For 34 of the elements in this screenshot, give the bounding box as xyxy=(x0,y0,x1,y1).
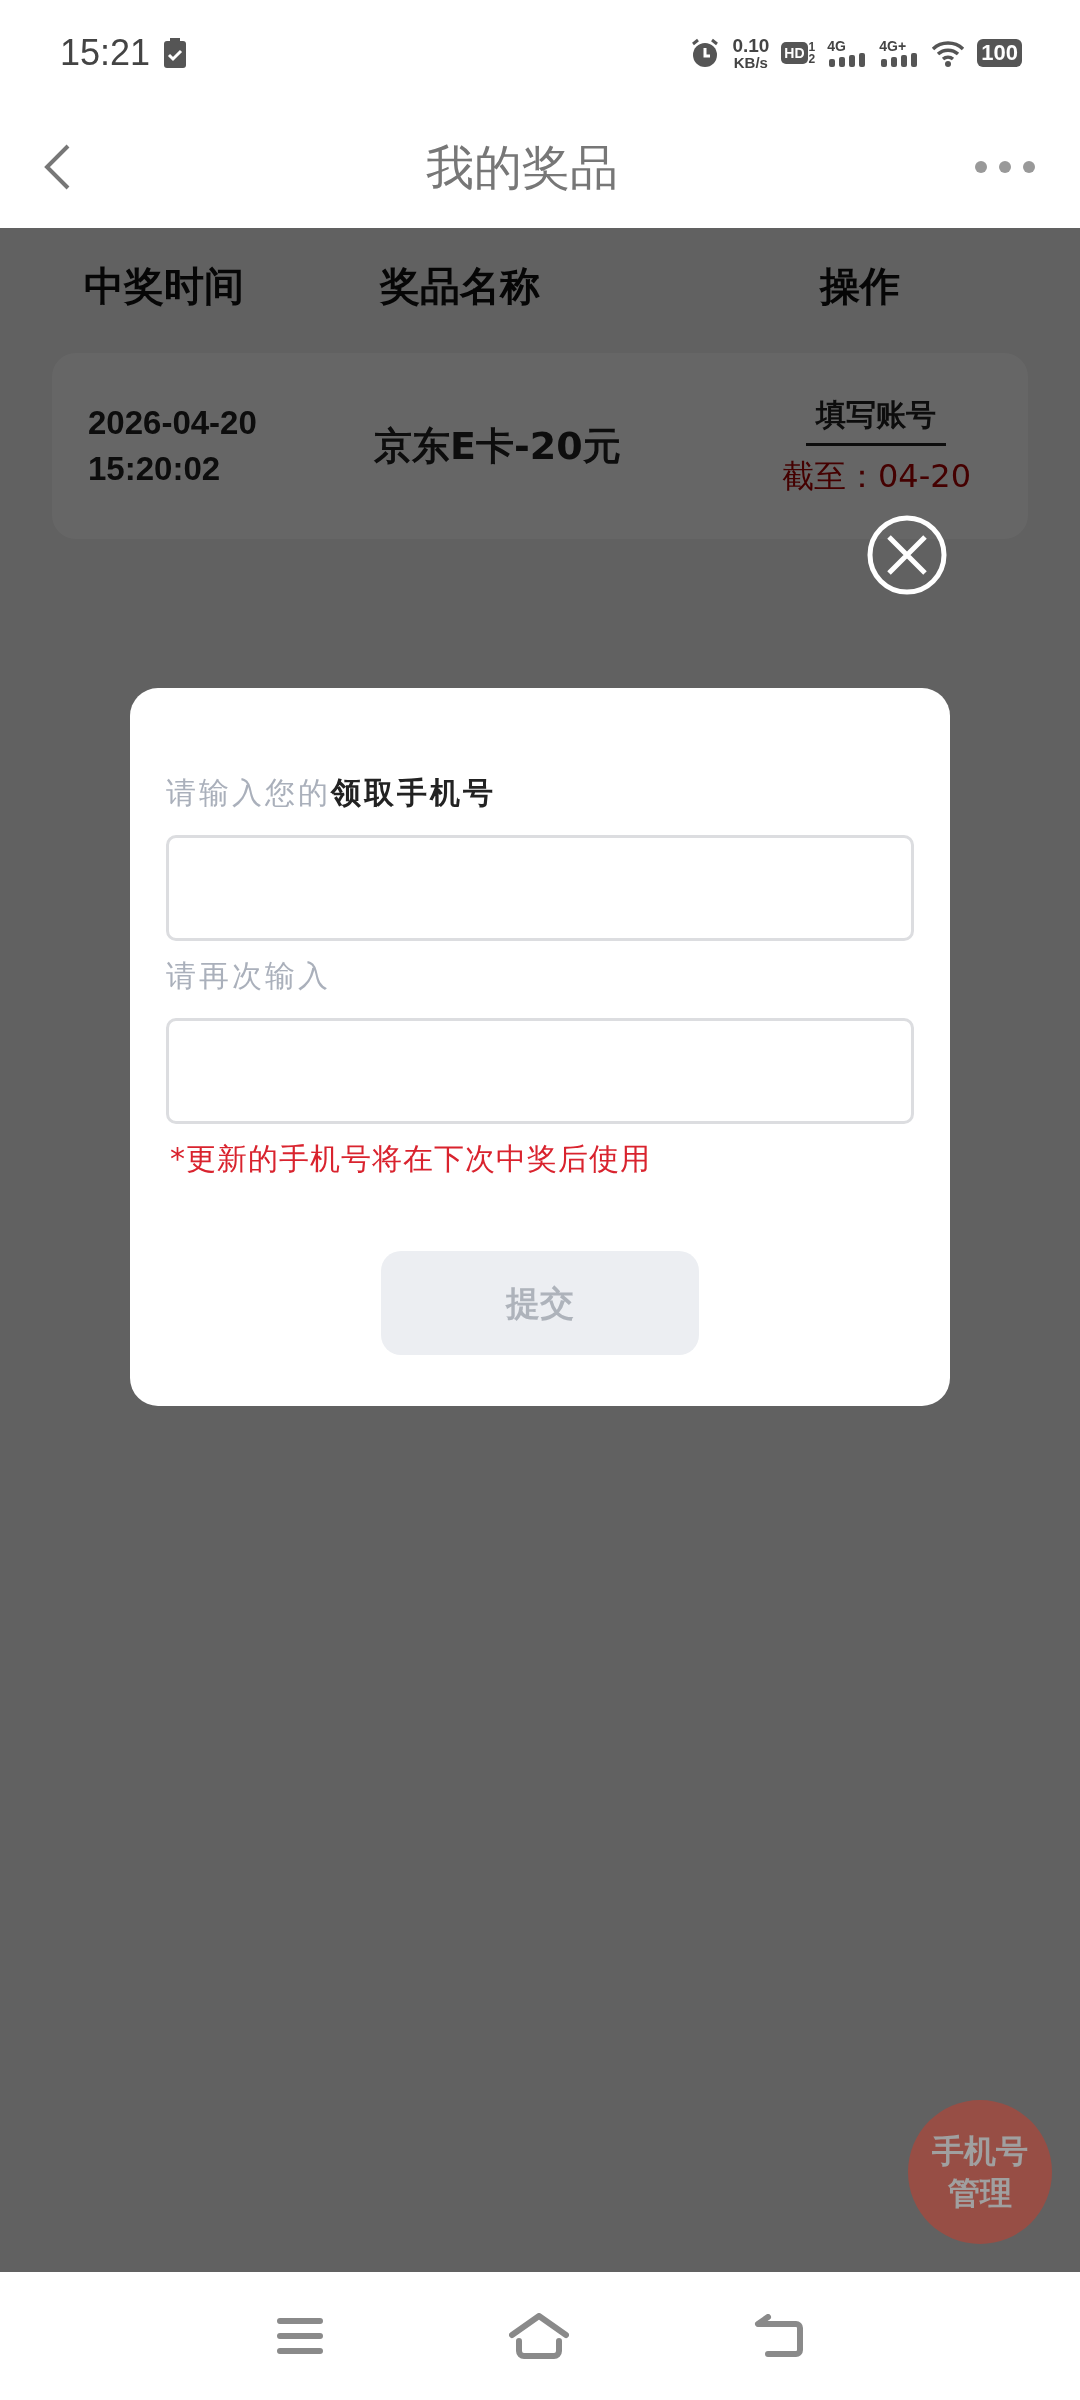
confirm-input-field[interactable] xyxy=(166,1018,914,1124)
signal-icon xyxy=(879,52,920,67)
home-icon[interactable] xyxy=(509,2313,569,2359)
win-time: 15:20:02 xyxy=(88,449,222,489)
note-text: *更新的手机号将在下次中奖后使用 xyxy=(170,1140,652,1178)
deadline-text: 截至：04-20 xyxy=(782,456,971,497)
column-header: 中奖时间 xyxy=(84,262,244,311)
page-title: 我的奖品 xyxy=(426,137,618,197)
hd-badge: HD xyxy=(781,41,808,64)
more-icon[interactable] xyxy=(974,159,1036,174)
field-label: 请再次输入 xyxy=(166,957,332,995)
win-date: 2026-04-20 xyxy=(88,403,258,443)
back-nav-icon[interactable] xyxy=(754,2314,804,2358)
fill-account-link[interactable]: 填写账号 xyxy=(806,392,947,446)
back-icon[interactable] xyxy=(44,143,70,190)
signal-icon xyxy=(827,52,868,67)
battery-check-icon xyxy=(164,37,187,68)
speed-unit: KB/s xyxy=(733,54,768,70)
sim-number: 2 xyxy=(808,52,816,65)
column-header: 操作 xyxy=(820,262,900,311)
wifi-icon xyxy=(931,38,966,67)
close-icon[interactable] xyxy=(866,514,948,596)
sim-number: 1 xyxy=(808,40,816,53)
alarm-icon xyxy=(690,37,721,68)
battery-level: 100 xyxy=(977,38,1022,67)
menu-icon[interactable] xyxy=(276,2316,324,2356)
status-time: 15:21 xyxy=(60,30,151,75)
column-header: 奖品名称 xyxy=(380,262,540,311)
prize-name: 京东E卡-20元 xyxy=(373,422,622,470)
field-label: 请输入您的领取手机号 xyxy=(166,774,497,812)
network-type: 4G+ xyxy=(879,38,908,53)
network-speed: 0.10 xyxy=(732,35,770,55)
phone-input-field[interactable] xyxy=(166,835,914,941)
network-type: 4G xyxy=(827,38,847,53)
